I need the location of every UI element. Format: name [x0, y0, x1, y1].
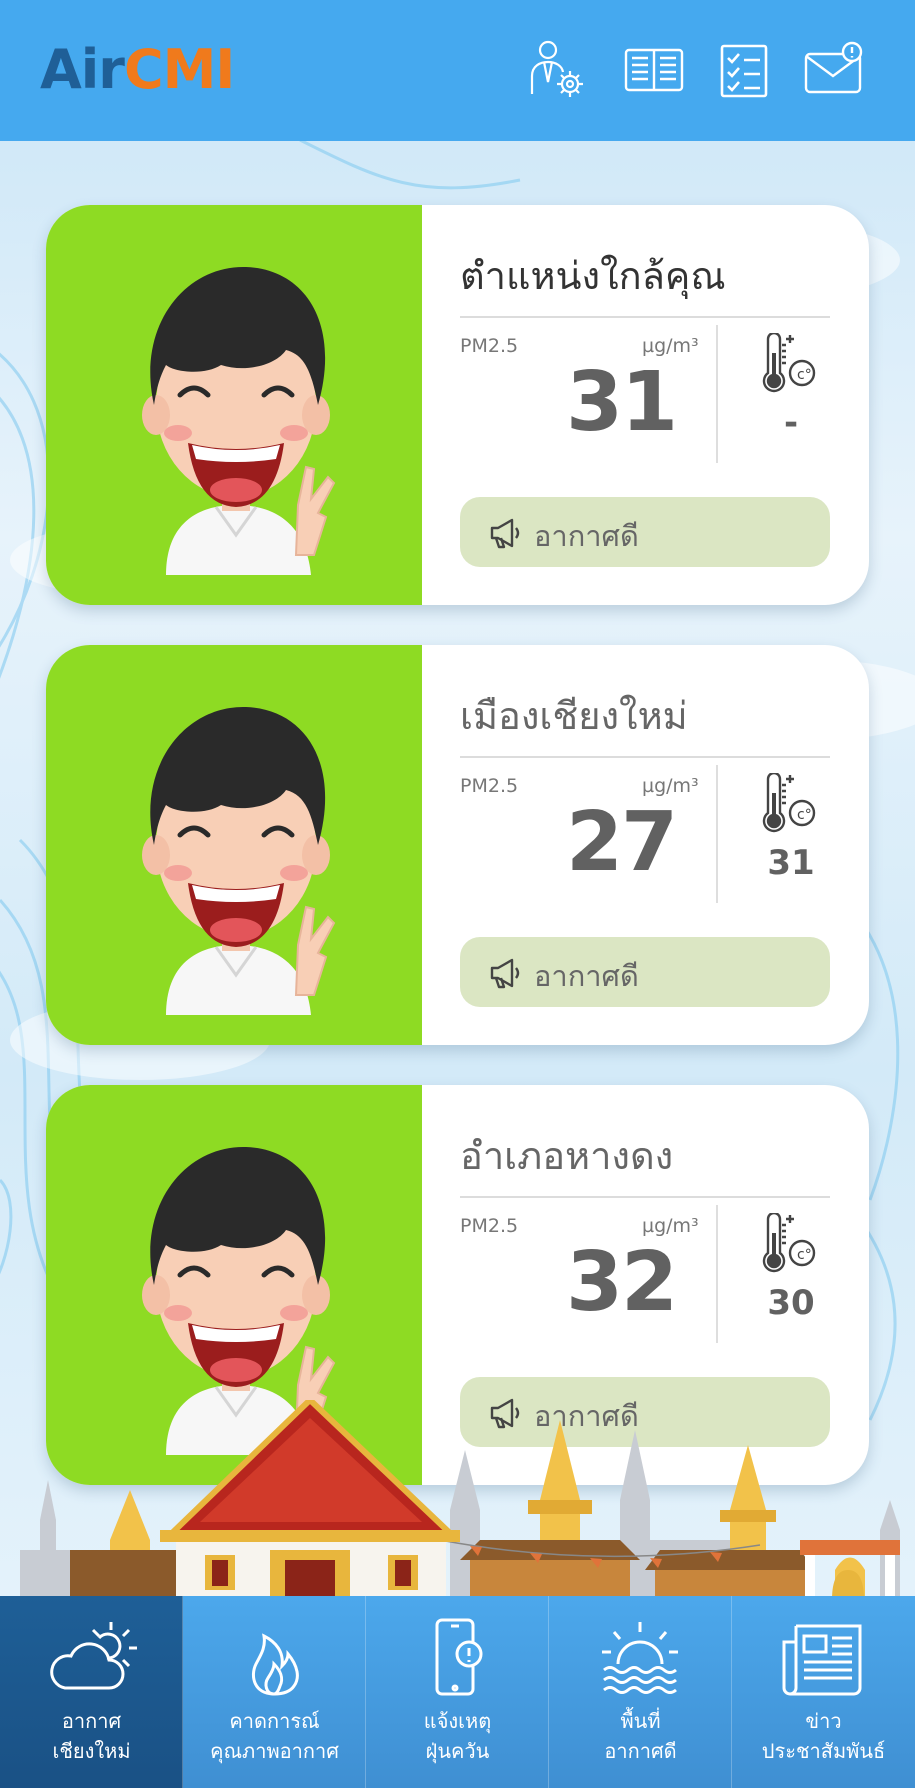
app-header: AirCMI	[0, 0, 915, 141]
phone-alert-icon	[435, 1618, 483, 1696]
svg-text:c°: c°	[797, 807, 812, 823]
user-settings-icon[interactable]	[526, 38, 590, 102]
app-logo: AirCMI	[40, 38, 235, 101]
nav-item-good-air-area[interactable]: พื้นที่ อากาศดี	[549, 1596, 732, 1788]
happy-face-icon	[142, 706, 336, 1015]
nav-label-line1: แจ้งเหตุ	[423, 1709, 492, 1733]
nav-item-forecast[interactable]: คาดการณ์ คุณภาพอากาศ	[183, 1596, 366, 1788]
temple-scene-illustration	[20, 1400, 900, 1600]
checklist-icon[interactable]	[712, 38, 776, 102]
bottom-navigation: อากาศ เชียงใหม่ คาดการณ์ คุณภาพอากาศ แจ้…	[0, 1596, 915, 1788]
megaphone-icon	[490, 958, 520, 989]
nav-label-line1: ข่าว	[805, 1709, 842, 1733]
pm25-value: 27	[565, 795, 678, 890]
pm25-unit: µg/m³	[642, 1215, 699, 1237]
station-title: เมืองเชียงใหม่	[460, 685, 830, 758]
sunrise-icon	[602, 1622, 678, 1694]
station-card[interactable]: ตำแหน่งใกล้คุณ PM2.5 µg/m³ 31 c° - อากาศ…	[46, 205, 869, 605]
pm25-unit: µg/m³	[642, 775, 699, 797]
happy-face-icon	[142, 266, 336, 575]
air-status-badge: อากาศดี	[460, 497, 830, 567]
nav-label-line2: ประชาสัมพันธ์	[761, 1739, 886, 1763]
nav-item-news[interactable]: ข่าว ประชาสัมพันธ์	[732, 1596, 915, 1788]
station-title: ตำแหน่งใกล้คุณ	[460, 245, 830, 318]
nav-label-line1: พื้นที่	[620, 1709, 661, 1733]
thermometer-icon: c°	[762, 773, 816, 833]
nav-label-line2: คุณภาพอากาศ	[210, 1739, 339, 1763]
station-title: อำเภอหางดง	[460, 1125, 830, 1198]
temperature-value: 30	[767, 1283, 815, 1323]
nav-label-line2: ฝุ่นควัน	[425, 1739, 490, 1763]
pm25-label: PM2.5	[460, 775, 519, 797]
nav-label-line1: อากาศ	[61, 1709, 122, 1733]
book-icon[interactable]	[622, 38, 686, 102]
megaphone-icon	[490, 518, 520, 549]
cloud-sun-icon	[50, 1622, 137, 1690]
flame-icon	[251, 1633, 299, 1696]
svg-text:c°: c°	[797, 1247, 812, 1263]
temperature-value: 31	[767, 843, 815, 883]
pm25-unit: µg/m³	[642, 335, 699, 357]
divider	[716, 765, 718, 903]
svg-text:c°: c°	[797, 367, 812, 383]
nav-item-report-smoke[interactable]: แจ้งเหตุ ฝุ่นควัน	[366, 1596, 549, 1788]
mail-alert-icon[interactable]	[802, 38, 866, 102]
pm25-label: PM2.5	[460, 335, 519, 357]
thermometer-icon: c°	[762, 1213, 816, 1273]
air-status-text: อากาศดี	[534, 959, 639, 993]
air-status-text: อากาศดี	[534, 519, 639, 553]
pm25-value: 32	[565, 1235, 678, 1330]
nav-item-weather-chiangmai[interactable]: อากาศ เชียงใหม่	[0, 1596, 183, 1788]
temperature-value: -	[783, 403, 799, 443]
pm25-label: PM2.5	[460, 1215, 519, 1237]
air-quality-face-panel	[46, 645, 422, 1045]
nav-label-line1: คาดการณ์	[229, 1709, 320, 1733]
nav-label-line2: อากาศดี	[604, 1739, 677, 1763]
divider	[716, 325, 718, 463]
newspaper-icon	[782, 1624, 861, 1696]
logo-air-text: Air	[40, 38, 125, 101]
nav-label-line2: เชียงใหม่	[52, 1739, 131, 1763]
air-quality-face-panel	[46, 205, 422, 605]
thermometer-icon: c°	[762, 333, 816, 393]
logo-cmi-text: CMI	[123, 38, 235, 101]
air-status-badge: อากาศดี	[460, 937, 830, 1007]
station-card[interactable]: เมืองเชียงใหม่ PM2.5 µg/m³ 27 c° 31 อากา…	[46, 645, 869, 1045]
pm25-value: 31	[565, 355, 678, 450]
divider	[716, 1205, 718, 1343]
